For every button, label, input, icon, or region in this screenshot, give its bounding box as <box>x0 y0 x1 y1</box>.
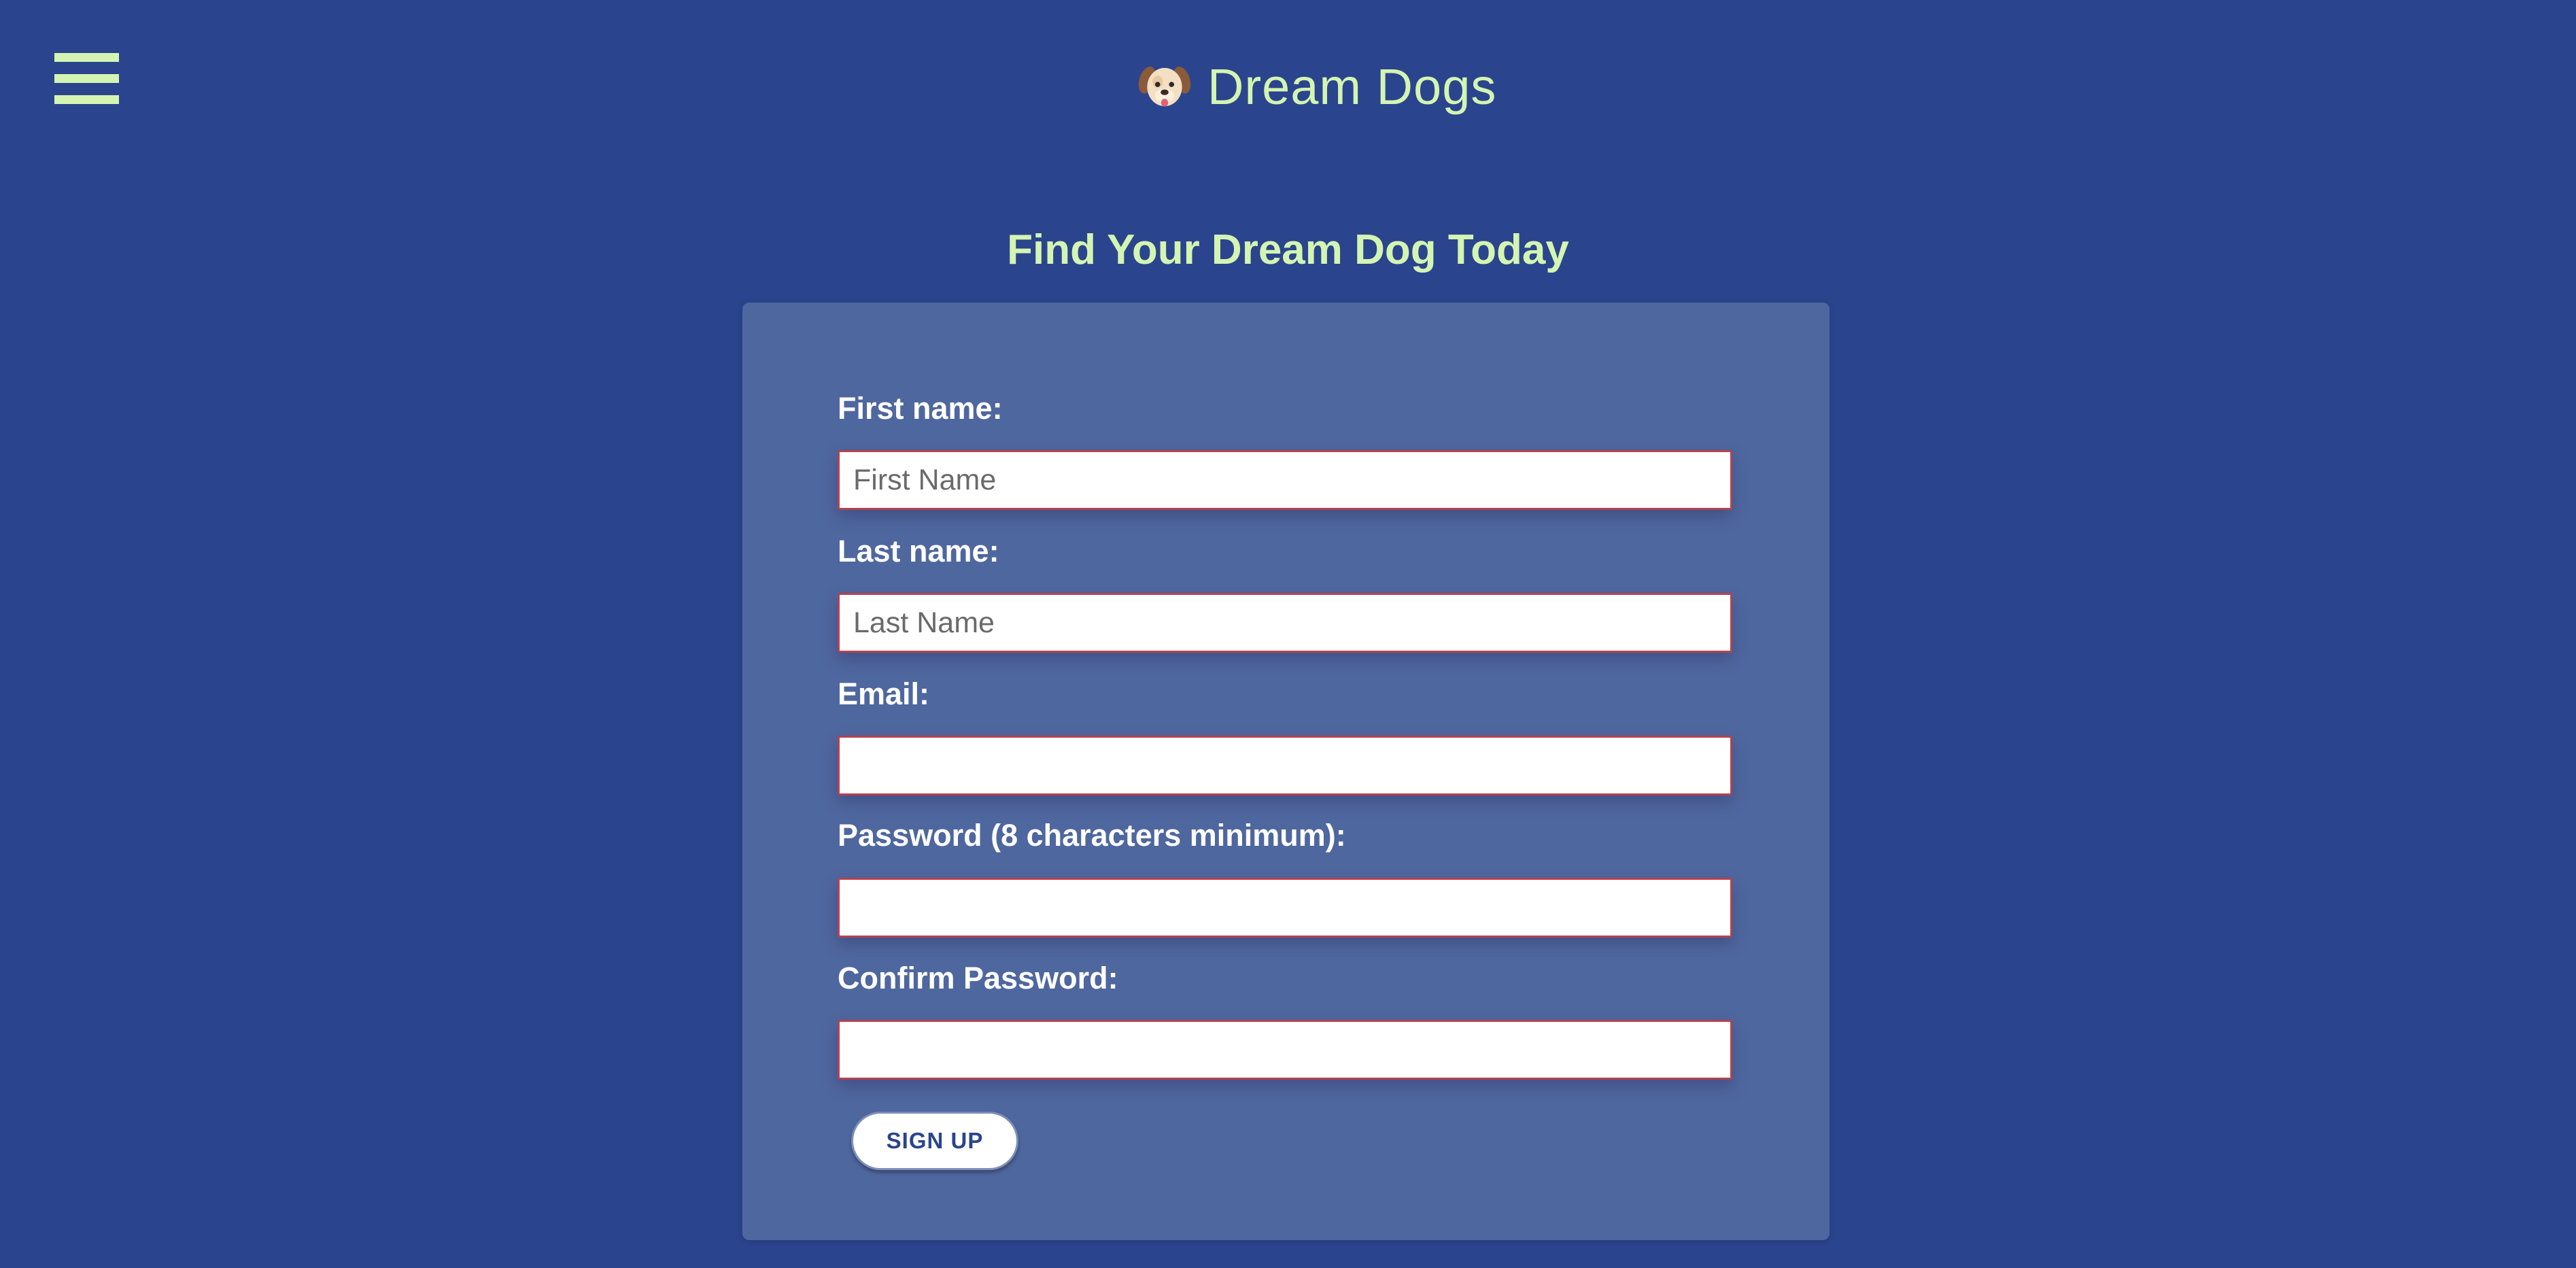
page-title: Find Your Dream Dog Today <box>1007 226 1569 273</box>
menu-bar <box>54 53 119 62</box>
confirm-password-input[interactable] <box>838 1020 1732 1080</box>
first-name-input[interactable] <box>838 450 1732 510</box>
password-input[interactable] <box>838 878 1732 938</box>
email-label: Email: <box>838 676 930 711</box>
signup-form: First name: Last name: Email: Password (… <box>742 303 1830 1240</box>
first-name-label: First name: <box>838 391 1003 426</box>
last-name-input[interactable] <box>838 593 1732 653</box>
confirm-password-label: Confirm Password: <box>838 961 1118 995</box>
hamburger-menu-icon[interactable] <box>54 50 119 107</box>
brand-name: Dream Dogs <box>1207 58 1497 115</box>
last-name-label: Last name: <box>838 534 999 568</box>
sign-up-button[interactable]: SIGN UP <box>851 1112 1018 1170</box>
brand[interactable]: Dream Dogs <box>1137 54 1496 119</box>
password-label: Password (8 characters minimum): <box>838 818 1346 853</box>
dog-face-icon <box>1138 66 1191 107</box>
email-input[interactable] <box>838 736 1732 795</box>
menu-bar <box>54 74 119 83</box>
menu-bar <box>54 95 119 104</box>
